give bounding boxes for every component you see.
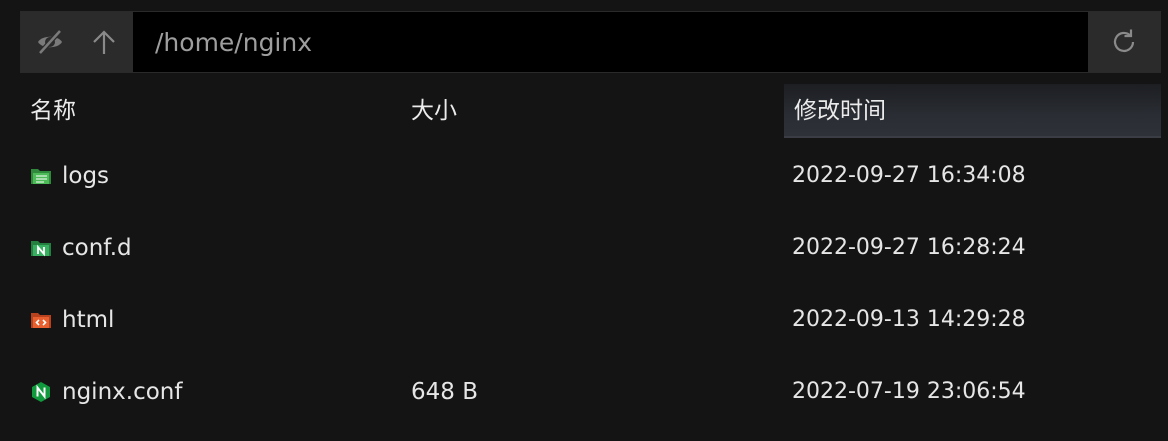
file-name: logs (62, 163, 110, 189)
file-list-header: 名称 大小 修改时间 (20, 84, 1161, 138)
folder-logs-icon (31, 169, 51, 184)
file-name: html (62, 307, 115, 333)
column-header-size[interactable]: 大小 (411, 84, 771, 138)
file-name-cell: nginx.conf (30, 356, 400, 428)
refresh-icon (1113, 29, 1135, 52)
file-modified: 2022-07-19 23:06:54 (792, 379, 1026, 404)
path-input[interactable] (133, 12, 1088, 72)
file-list: logs 2022-09-27 16:34:08 conf.d 2022-09-… (20, 140, 1161, 428)
file-modified: 2022-09-27 16:34:08 (792, 163, 1026, 188)
file-row-html[interactable]: html 2022-09-13 14:29:28 (20, 284, 1161, 356)
file-size (411, 284, 771, 356)
refresh-button[interactable] (1088, 12, 1160, 72)
file-size: 648 B (411, 379, 478, 405)
folder-nginx-icon (31, 241, 51, 257)
path-toolbar (20, 11, 1161, 73)
parent-directory-button[interactable] (89, 27, 119, 57)
file-row-logs[interactable]: logs 2022-09-27 16:34:08 (20, 140, 1161, 212)
column-header-name[interactable]: 名称 (30, 84, 390, 138)
folder-html-icon (31, 313, 51, 328)
toggle-hidden-button[interactable] (35, 27, 65, 57)
file-size (411, 140, 771, 212)
column-header-modified[interactable]: 修改时间 (784, 84, 1161, 138)
file-modified: 2022-09-27 16:28:24 (792, 235, 1026, 260)
file-size (411, 212, 771, 284)
file-row-nginx-conf[interactable]: nginx.conf 648 B 2022-07-19 23:06:54 (20, 356, 1161, 428)
file-name: conf.d (62, 235, 132, 261)
file-row-conf-d[interactable]: conf.d 2022-09-27 16:28:24 (20, 212, 1161, 284)
file-name-cell: conf.d (30, 212, 400, 284)
nav-button-group (21, 12, 133, 72)
nginx-icon (32, 382, 50, 402)
eye-off-icon (38, 29, 62, 55)
file-name-cell: html (30, 284, 400, 356)
file-modified: 2022-09-13 14:29:28 (792, 307, 1026, 332)
file-name: nginx.conf (62, 379, 183, 405)
file-name-cell: logs (30, 140, 400, 212)
arrow-up-icon (93, 30, 115, 54)
